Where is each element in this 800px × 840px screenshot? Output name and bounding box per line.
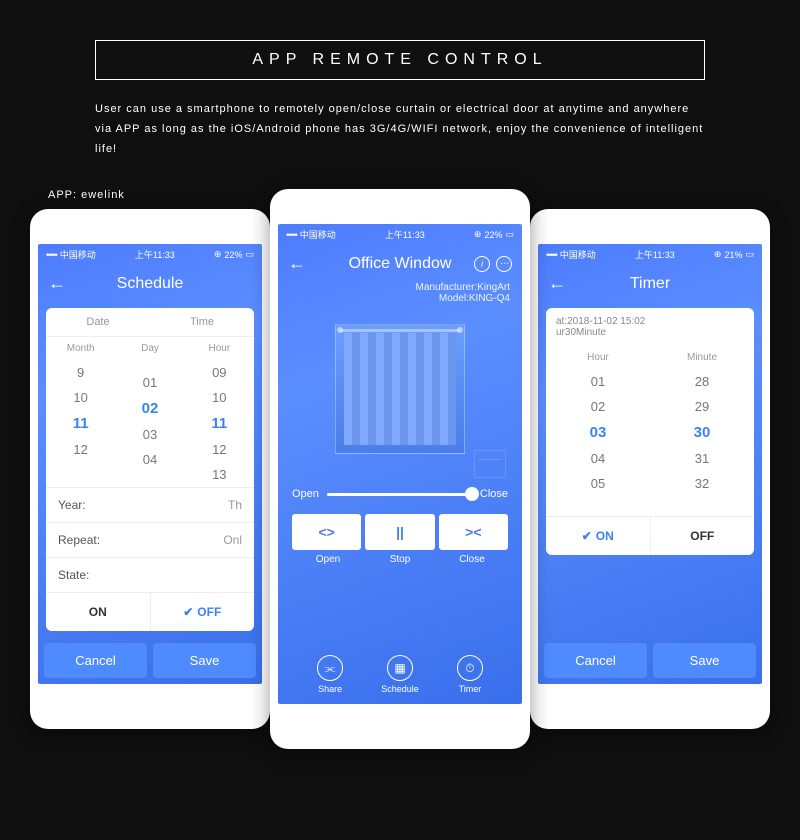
- col-day: Day: [115, 343, 184, 354]
- info-icon[interactable]: i: [474, 256, 490, 272]
- carrier: 中国移动: [60, 248, 96, 261]
- save-button[interactable]: Save: [653, 643, 756, 678]
- phone-timer: •••••中国移动 上午11:33 ⊕21%▭ ← Timer at:2018-…: [530, 209, 770, 729]
- close-button[interactable]: ><: [439, 514, 508, 550]
- status-bar: •••••中国移动 上午11:33 ⊕22%▭: [278, 224, 522, 245]
- state-label: State:: [58, 568, 89, 582]
- footer-nav: ⫘Share ▦Schedule ⏱Timer: [278, 655, 522, 694]
- cancel-button[interactable]: Cancel: [44, 643, 147, 678]
- screen-title: Timer: [630, 275, 670, 293]
- close-label: Close: [480, 488, 508, 500]
- device-screen: •••••中国移动 上午11:33 ⊕22%▭ ← Office Window …: [278, 224, 522, 704]
- nav-bar: ← Office Window i ⋯: [278, 245, 522, 282]
- back-icon[interactable]: ←: [548, 273, 566, 294]
- save-button[interactable]: Save: [153, 643, 256, 678]
- close-btn-label: Close: [436, 554, 508, 565]
- col-month: Month: [46, 343, 115, 354]
- open-label: Open: [292, 488, 319, 500]
- col-hour: Hour: [546, 352, 650, 363]
- repeat-label: Repeat:: [58, 533, 100, 547]
- col-minute: Minute: [650, 352, 754, 363]
- state-toggle[interactable]: ON ✔OFF: [46, 592, 254, 631]
- date-picker[interactable]: 9101112 01020304 0910111213: [46, 360, 254, 487]
- signal-icon: •••••: [286, 230, 297, 240]
- open-slider[interactable]: Open Close: [278, 488, 522, 500]
- phones-container: •••••中国移动 上午11:33 ⊕22%▭ ← Schedule Date …: [30, 209, 770, 769]
- share-icon: ⫘: [317, 655, 343, 681]
- battery: 21%: [724, 250, 742, 260]
- room-illustration: [290, 314, 510, 484]
- on-button[interactable]: ON: [46, 593, 151, 631]
- tab-date[interactable]: Date: [46, 308, 150, 336]
- signal-icon: •••••: [546, 250, 557, 260]
- plant-icon: [296, 448, 314, 478]
- status-bar: •••••中国移动 上午11:33 ⊕21%▭: [538, 244, 762, 265]
- screen-title: Office Window: [349, 255, 452, 273]
- timer-icon: ⏱: [457, 655, 483, 681]
- open-button[interactable]: <>: [292, 514, 361, 550]
- page-title: APP REMOTE CONTROL: [96, 51, 704, 69]
- battery: 22%: [484, 230, 502, 240]
- stop-btn-label: Stop: [364, 554, 436, 565]
- clock: 上午11:33: [635, 248, 675, 261]
- on-button[interactable]: ✔ON: [546, 517, 651, 555]
- back-icon[interactable]: ←: [48, 273, 66, 294]
- dresser-icon: [474, 450, 506, 478]
- carrier: 中国移动: [300, 228, 336, 241]
- nav-bar: ← Timer: [538, 265, 762, 302]
- description: User can use a smartphone to remotely op…: [95, 100, 705, 159]
- timer-meta: at:2018-11-02 15:02 ur30Minute: [546, 308, 754, 346]
- clock: 上午11:33: [135, 248, 175, 261]
- header-box: APP REMOTE CONTROL: [95, 40, 705, 80]
- manufacturer: Manufacturer:KingArt: [290, 282, 510, 293]
- schedule-button[interactable]: ▦Schedule: [381, 655, 419, 694]
- year-label: Year:: [58, 498, 86, 512]
- battery: 22%: [224, 250, 242, 260]
- phone-schedule: •••••中国移动 上午11:33 ⊕22%▭ ← Schedule Date …: [30, 209, 270, 729]
- status-bar: •••••中国移动 上午11:33 ⊕22%▭: [38, 244, 262, 265]
- curtain-icon: [335, 324, 465, 454]
- picker-minute: 2829303132: [650, 369, 754, 496]
- carrier: 中国移动: [560, 248, 596, 261]
- signal-icon: •••••: [46, 250, 57, 260]
- cancel-button[interactable]: Cancel: [544, 643, 647, 678]
- more-icon[interactable]: ⋯: [496, 256, 512, 272]
- share-button[interactable]: ⫘Share: [317, 655, 343, 694]
- tabs: Date Time: [46, 308, 254, 337]
- model: Model:KING-Q4: [290, 293, 510, 304]
- timer-screen: •••••中国移动 上午11:33 ⊕21%▭ ← Timer at:2018-…: [538, 244, 762, 684]
- col-hour: Hour: [185, 343, 254, 354]
- clock: 上午11:33: [385, 228, 425, 241]
- stop-button[interactable]: ||: [365, 514, 434, 550]
- tab-time[interactable]: Time: [150, 308, 254, 336]
- nav-bar: ← Schedule: [38, 265, 262, 302]
- off-button[interactable]: OFF: [651, 517, 755, 555]
- picker-day: 01020304: [115, 360, 184, 487]
- screen-title: Schedule: [117, 275, 184, 293]
- phone-device: •••••中国移动 上午11:33 ⊕22%▭ ← Office Window …: [270, 189, 530, 749]
- open-btn-label: Open: [292, 554, 364, 565]
- picker-hour: 0102030405: [546, 369, 650, 496]
- slider-thumb[interactable]: [465, 487, 479, 501]
- back-icon[interactable]: ←: [288, 253, 306, 274]
- picker-month: 9101112: [46, 360, 115, 487]
- state-toggle[interactable]: ✔ON OFF: [546, 516, 754, 555]
- calendar-icon: ▦: [387, 655, 413, 681]
- schedule-card: Date Time Month Day Hour 9101112 0102030…: [46, 308, 254, 631]
- time-picker[interactable]: 0102030405 2829303132: [546, 369, 754, 496]
- timer-button[interactable]: ⏱Timer: [457, 655, 483, 694]
- timer-card: Hour Minute 0102030405 2829303132 ✔ON OF…: [546, 346, 754, 555]
- off-button[interactable]: ✔OFF: [151, 593, 255, 631]
- schedule-screen: •••••中国移动 上午11:33 ⊕22%▭ ← Schedule Date …: [38, 244, 262, 684]
- picker-hour: 0910111213: [185, 360, 254, 487]
